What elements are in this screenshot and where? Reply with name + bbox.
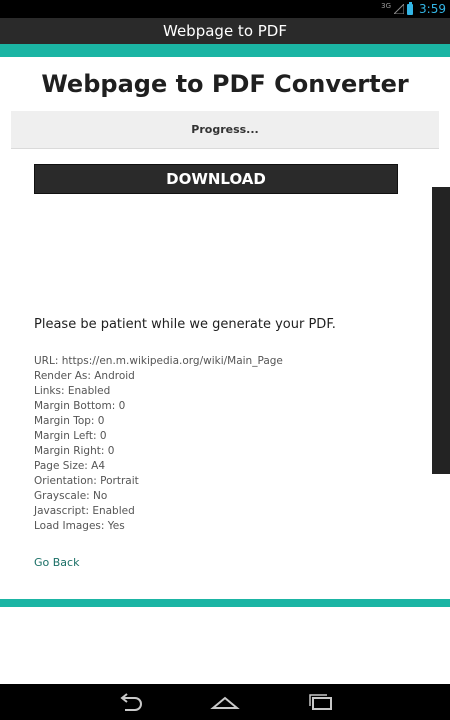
recents-icon (309, 694, 332, 710)
progress-indicator: Progress... (11, 111, 439, 149)
side-panel (432, 187, 450, 474)
detail-url: URL: https://en.m.wikipedia.org/wiki/Mai… (34, 355, 283, 367)
app-title: Webpage to PDF (0, 18, 450, 44)
status-clock: 3:59 (419, 2, 446, 16)
download-button[interactable]: DOWNLOAD (34, 164, 398, 194)
detail-margin-left: Margin Left: 0 (34, 430, 107, 442)
status-bar: 3G 3:59 (0, 0, 450, 18)
status-indicators: 3G 3:59 (381, 1, 446, 17)
network-type-label: 3G (381, 2, 392, 10)
detail-links: Links: Enabled (34, 385, 111, 397)
detail-margin-right: Margin Right: 0 (34, 445, 115, 457)
detail-load-images: Load Images: Yes (34, 520, 125, 532)
page-title: Webpage to PDF Converter (41, 70, 409, 98)
home-icon (210, 696, 240, 709)
detail-render-as: Render As: Android (34, 370, 135, 382)
detail-javascript: Javascript: Enabled (34, 505, 135, 517)
recents-button[interactable] (300, 690, 340, 714)
accent-bar-bottom (0, 599, 450, 607)
signal-icon (394, 4, 405, 14)
progress-text: Progress... (191, 123, 259, 136)
back-icon (120, 693, 142, 711)
conversion-details: URL: https://en.m.wikipedia.org/wiki/Mai… (34, 354, 283, 534)
navigation-bar (0, 684, 450, 720)
accent-bar-top (0, 44, 450, 57)
detail-grayscale: Grayscale: No (34, 490, 108, 502)
home-button[interactable] (205, 690, 245, 714)
patient-message: Please be patient while we generate your… (34, 317, 336, 332)
detail-margin-bottom: Margin Bottom: 0 (34, 400, 126, 412)
detail-margin-top: Margin Top: 0 (34, 415, 105, 427)
back-button[interactable] (110, 690, 150, 714)
detail-page-size: Page Size: A4 (34, 460, 106, 472)
detail-orientation: Orientation: Portrait (34, 475, 139, 487)
go-back-link[interactable]: Go Back (34, 556, 79, 569)
battery-icon (407, 1, 414, 15)
